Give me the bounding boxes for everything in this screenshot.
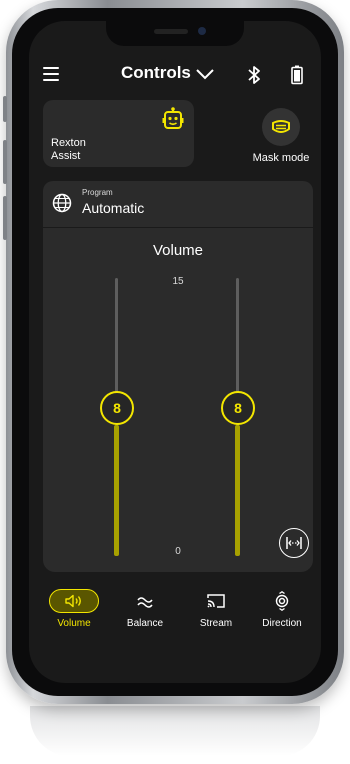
cast-icon: [207, 594, 225, 608]
nav-icon-wrap: [181, 588, 251, 614]
nav-stream[interactable]: Stream: [181, 588, 251, 638]
nav-direction[interactable]: Direction: [247, 588, 317, 638]
assist-label-line2: Assist: [51, 150, 81, 162]
bottom-navigation: Volume Balance Stream Direction: [29, 588, 321, 638]
link-sliders-icon: [286, 537, 302, 549]
nav-active-pill: [49, 589, 99, 613]
nav-icon-wrap: [39, 588, 109, 614]
right-volume-slider[interactable]: 8: [221, 278, 255, 556]
nav-icon-wrap: [110, 588, 180, 614]
program-value: Automatic: [82, 200, 145, 216]
volume-down-button: [3, 196, 7, 240]
bluetooth-icon[interactable]: [248, 65, 260, 85]
volume-title: Volume: [152, 242, 204, 259]
mask-mode-label: Mask mode: [252, 152, 310, 164]
nav-volume[interactable]: Volume: [39, 588, 109, 638]
assist-label: Rexton Assist: [51, 137, 86, 163]
nav-label: Stream: [199, 618, 233, 629]
chevron-down-icon[interactable]: [195, 67, 215, 81]
earpiece: [154, 29, 188, 34]
volume-scale-max: 15: [172, 276, 184, 287]
slider-fill: [235, 424, 240, 556]
page: Controls Rexton Assist Mask mode Program…: [0, 0, 350, 764]
nav-icon-wrap: [247, 588, 317, 614]
hamburger-icon[interactable]: [43, 67, 59, 81]
globe-icon: [52, 193, 72, 213]
volume-scale-min: 0: [175, 546, 181, 557]
notch: [106, 21, 244, 46]
mask-mode-button[interactable]: [262, 108, 300, 146]
waves-icon: [137, 597, 153, 608]
speaker-icon: [65, 594, 81, 608]
slider-thumb[interactable]: 8: [221, 390, 255, 425]
nav-label: Volume: [57, 618, 91, 629]
link-sliders-button[interactable]: [279, 528, 309, 558]
volume-panel: Volume 15 0 8 8: [43, 228, 313, 572]
mute-switch: [3, 96, 7, 122]
robot-icon: [162, 107, 184, 129]
app-header: Controls: [29, 63, 321, 89]
nav-balance[interactable]: Balance: [110, 588, 180, 638]
nav-label: Direction: [262, 618, 302, 629]
slider-thumb[interactable]: 8: [100, 390, 134, 425]
program-caption: Program: [82, 188, 113, 197]
volume-up-button: [3, 140, 7, 184]
direction-icon: [275, 591, 289, 611]
slider-fill: [114, 424, 119, 556]
app-screen: Controls Rexton Assist Mask mode Program…: [29, 21, 321, 683]
page-title: Controls: [121, 63, 191, 82]
mask-icon: [272, 120, 290, 133]
assist-label-line1: Rexton: [51, 137, 86, 149]
nav-label: Balance: [126, 618, 164, 629]
program-selector[interactable]: Program Automatic: [43, 181, 313, 227]
battery-icon[interactable]: [291, 65, 303, 85]
phone-reflection: [30, 706, 320, 756]
rexton-assist-card[interactable]: Rexton Assist: [43, 100, 194, 167]
front-camera: [198, 27, 206, 35]
left-volume-slider[interactable]: 8: [100, 278, 134, 556]
